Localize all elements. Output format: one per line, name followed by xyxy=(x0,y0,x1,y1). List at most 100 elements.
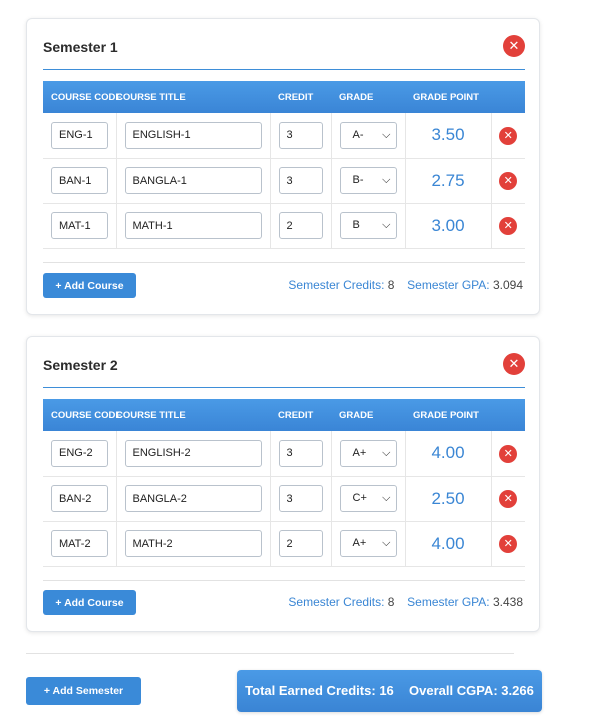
col-grade: GRADE xyxy=(331,81,405,113)
remove-course-button[interactable]: ✕ xyxy=(499,172,518,190)
course-title-input[interactable] xyxy=(124,121,262,149)
chevron-down-icon: ⌵ xyxy=(382,174,391,186)
col-action xyxy=(491,81,525,113)
col-course-code: COURSE CODE xyxy=(43,399,122,431)
semester-divider xyxy=(43,580,525,581)
course-code-input[interactable] xyxy=(51,439,108,467)
close-icon: ✕ xyxy=(503,220,513,232)
credit-input[interactable] xyxy=(278,485,323,512)
grade-value: A+ xyxy=(352,537,367,549)
semester-title: Semester 2 xyxy=(43,357,118,373)
course-code-input[interactable] xyxy=(51,121,108,149)
grade-point-value: 4.00 xyxy=(431,533,465,553)
grade-select[interactable]: C+ ⌵ xyxy=(339,485,397,512)
total-credits-label: Total Earned Credits: xyxy=(245,683,376,698)
add-course-button[interactable]: + Add Course xyxy=(43,590,136,615)
close-icon: ✕ xyxy=(503,129,513,142)
chevron-down-icon: ⌵ xyxy=(382,492,391,504)
semester-header: Semester 2 ✕ xyxy=(43,353,525,388)
remove-course-button[interactable]: ✕ xyxy=(499,217,518,235)
grade-point-value: 2.75 xyxy=(431,170,465,190)
credit-input[interactable] xyxy=(278,167,323,194)
col-course-code: COURSE CODE xyxy=(43,81,122,113)
chevron-down-icon: ⌵ xyxy=(382,537,391,549)
col-grade-point: GRADE POINT xyxy=(405,81,491,113)
semester-credits-label: Semester Credits: xyxy=(288,595,385,609)
course-row: C+ ⌵ 2.50 ✕ xyxy=(43,476,525,522)
course-title-input[interactable] xyxy=(124,530,262,557)
grade-select[interactable]: A+ ⌵ xyxy=(339,439,397,467)
cgpa-value: 3.266 xyxy=(501,683,534,698)
close-icon: ✕ xyxy=(503,447,513,460)
chevron-down-icon: ⌵ xyxy=(382,446,391,459)
col-grade-point: GRADE POINT xyxy=(405,399,491,431)
chevron-down-icon: ⌵ xyxy=(382,219,391,231)
course-title-input[interactable] xyxy=(124,212,262,239)
course-title-input[interactable] xyxy=(124,439,262,467)
grade-point-value: 3.00 xyxy=(431,215,465,235)
close-icon: ✕ xyxy=(508,38,520,53)
course-table: COURSE CODE COURSE TITLE CREDIT GRADE GR… xyxy=(43,399,525,567)
semester-title: Semester 1 xyxy=(43,39,118,55)
semester-gpa-value: 3.094 xyxy=(492,278,523,292)
course-code-input[interactable] xyxy=(51,485,108,512)
grade-select[interactable]: B- ⌵ xyxy=(339,167,397,194)
course-row: A- ⌵ 3.50 ✕ xyxy=(43,113,525,159)
remove-course-button[interactable]: ✕ xyxy=(499,126,518,145)
semester-header: Semester 1 ✕ xyxy=(43,35,525,70)
remove-semester-button[interactable]: ✕ xyxy=(503,35,525,57)
total-summary-box: Total Earned Credits: 16 Overall CGPA: 3… xyxy=(237,670,542,712)
close-icon: ✕ xyxy=(503,493,513,505)
grade-value: C+ xyxy=(352,492,367,504)
credit-input[interactable] xyxy=(278,439,323,467)
semester-divider xyxy=(43,262,525,263)
grade-select[interactable]: B ⌵ xyxy=(339,212,397,239)
footer-divider xyxy=(26,653,514,654)
course-row: A+ ⌵ 4.00 ✕ xyxy=(43,521,525,567)
semester-credits-value: 8 xyxy=(387,278,395,292)
total-credits-value: 16 xyxy=(379,683,394,698)
col-course-title: COURSE TITLE xyxy=(116,81,270,113)
course-code-input[interactable] xyxy=(51,530,108,557)
col-course-title: COURSE TITLE xyxy=(116,399,270,431)
grade-value: B xyxy=(352,219,360,231)
grade-point-value: 4.00 xyxy=(431,443,465,463)
course-title-input[interactable] xyxy=(124,485,262,512)
course-code-input[interactable] xyxy=(51,167,108,194)
semester-summary: Semester Credits: 8 Semester GPA: 3.438 xyxy=(288,595,523,609)
course-row: B⌵ 3.00 ✕ xyxy=(43,203,525,249)
remove-course-button[interactable]: ✕ xyxy=(499,535,518,553)
col-action xyxy=(491,399,525,431)
cgpa-label: Overall CGPA: xyxy=(409,683,498,698)
add-course-button[interactable]: + Add Course xyxy=(43,273,136,298)
course-table: COURSE CODE COURSE TITLE CREDIT GRADE GR… xyxy=(43,81,525,249)
grade-select[interactable]: A+ ⌵ xyxy=(339,530,397,557)
col-credit: CREDIT xyxy=(270,81,331,113)
semester-credits-value: 8 xyxy=(387,595,395,609)
chevron-down-icon: ⌵ xyxy=(382,128,391,141)
table-header-row: COURSE CODE COURSE TITLE CREDIT GRADE GR… xyxy=(43,399,525,431)
credit-input[interactable] xyxy=(278,530,323,557)
semester-summary: Semester Credits: 8 Semester GPA: 3.094 xyxy=(288,278,523,292)
remove-semester-button[interactable]: ✕ xyxy=(503,353,525,375)
add-semester-button[interactable]: + Add Semester xyxy=(26,677,141,705)
remove-course-button[interactable]: ✕ xyxy=(499,444,518,463)
course-code-input[interactable] xyxy=(51,212,108,239)
grade-value: A- xyxy=(352,128,364,141)
grade-select[interactable]: A- ⌵ xyxy=(339,121,397,149)
course-row: B- ⌵ 2.75 ✕ xyxy=(43,158,525,204)
remove-course-button[interactable]: ✕ xyxy=(499,490,518,508)
credit-input[interactable] xyxy=(278,212,323,239)
grade-point-value: 3.50 xyxy=(431,125,465,145)
grade-value: B- xyxy=(352,174,364,186)
semester-gpa-label: Semester GPA: xyxy=(407,595,490,609)
semester-card: Semester 1 ✕ COURSE CODE COURSE TITLE CR… xyxy=(26,18,540,315)
credit-input[interactable] xyxy=(278,121,323,149)
close-icon: ✕ xyxy=(503,538,513,550)
semester-gpa-label: Semester GPA: xyxy=(407,278,490,292)
col-grade: GRADE xyxy=(331,399,405,431)
grade-point-value: 2.50 xyxy=(431,488,465,508)
course-title-input[interactable] xyxy=(124,167,262,194)
close-icon: ✕ xyxy=(503,175,513,187)
semester-credits-label: Semester Credits: xyxy=(288,278,385,292)
